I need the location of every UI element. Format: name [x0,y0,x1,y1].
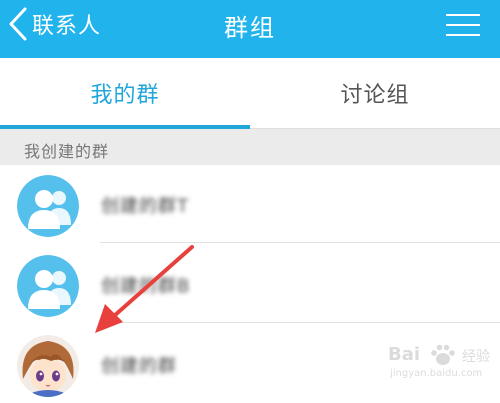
back-button[interactable]: 联系人 [8,7,101,41]
tab-bar: 我的群 讨论组 [0,58,500,129]
divider [100,242,500,243]
tab-discussion-groups[interactable]: 讨论组 [250,58,500,128]
hamburger-menu-icon[interactable] [446,10,482,40]
group-name: 创建的群B [101,276,191,297]
divider [100,322,500,323]
group-name: 创建的群 [101,356,177,377]
title-bar: 联系人 群组 [0,0,500,58]
default-group-avatar-icon [17,255,79,317]
group-name: 创建的群T [101,196,189,217]
group-list-item[interactable]: 创建的群 [0,325,500,403]
default-group-avatar-icon [17,175,79,237]
tab-my-groups[interactable]: 我的群 [0,58,250,128]
section-label: 我创建的群 [24,142,110,161]
group-list-item[interactable]: 创建的群T [0,165,500,243]
tab-label: 讨论组 [340,83,410,108]
chevron-left-icon [8,7,28,41]
group-list-item[interactable]: 创建的群B [0,245,500,323]
section-header: 我创建的群 [0,129,500,165]
back-label: 联系人 [32,14,102,39]
anime-girl-avatar [17,335,79,397]
tab-label: 我的群 [90,83,160,108]
